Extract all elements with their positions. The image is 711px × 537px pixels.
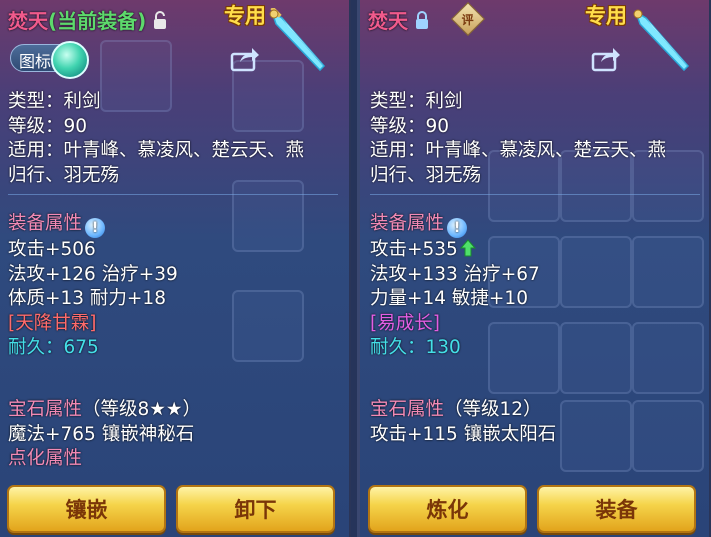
- gem-heading: 宝石属性: [8, 399, 83, 420]
- sword-icon: [269, 8, 326, 72]
- equipped-item-panel: 焚天 (当前装备) 专用 图标 类型：利剑 等级：90 适用：叶青峰、慕凌风、楚…: [0, 0, 351, 537]
- gem-attributes: 宝石属性（等级12） 攻击+115 镶嵌太阳石: [370, 398, 556, 447]
- attr-line-3: 体质+13 耐力+18: [8, 288, 166, 309]
- item-type: 类型：利剑: [370, 91, 463, 112]
- item-applicable-line-2: 归行、羽无殇: [8, 164, 120, 186]
- item-applicable-line-1: 适用：叶青峰、慕凌风、楚云天、燕: [8, 140, 305, 161]
- gem-level: （等级12）: [444, 399, 542, 420]
- lock-icon[interactable]: [414, 10, 428, 29]
- attr-line-2: 法攻+133 治疗+67: [370, 263, 540, 285]
- toggle-knob: [51, 41, 89, 79]
- share-icon[interactable]: [591, 46, 621, 72]
- appraise-badge: 评: [461, 12, 475, 27]
- attr-line-2: 法攻+126 治疗+39: [8, 263, 178, 285]
- gem-detail: 攻击+115 镶嵌太阳石: [370, 423, 557, 445]
- attr-attack: 攻击+535: [370, 239, 458, 260]
- item-applicable-line-2: 归行、羽无殇: [370, 164, 482, 186]
- exclusive-tag: 专用: [585, 4, 627, 28]
- equip-attributes: 装备属性! 攻击+535 法攻+133 治疗+67 力量+14 敏捷+10 [易…: [370, 212, 540, 361]
- attr-line-3: 力量+14 敏捷+10: [370, 288, 528, 309]
- divider: [370, 194, 700, 195]
- item-title: 焚天 评: [368, 2, 485, 36]
- up-arrow-icon: [459, 239, 476, 257]
- item-info: 类型：利剑 等级：90 适用：叶青峰、慕凌风、楚云天、燕 归行、羽无殇: [370, 90, 666, 188]
- item-name: 焚天: [8, 8, 48, 33]
- refine-button[interactable]: 炼化: [368, 485, 527, 533]
- item-level: 等级：90: [370, 115, 450, 137]
- equip-attr-heading: 装备属性: [370, 213, 445, 234]
- refine-heading: 点化属性: [8, 448, 83, 469]
- item-type: 类型：利剑: [8, 91, 101, 112]
- equip-attr-heading: 装备属性: [8, 213, 83, 234]
- equip-status: (当前装备): [48, 8, 147, 33]
- gem-attributes: 宝石属性（等级8★★） 魔法+765 镶嵌神秘石 点化属性: [8, 398, 201, 472]
- gem-heading: 宝石属性: [370, 399, 445, 420]
- equip-button[interactable]: 装备: [537, 485, 696, 533]
- info-hint-icon[interactable]: !: [447, 218, 468, 238]
- item-title: 焚天 (当前装备): [8, 4, 167, 34]
- item-info: 类型：利剑 等级：90 适用：叶青峰、慕凌风、楚云天、燕 归行、羽无殇: [8, 90, 304, 188]
- durability: 耐久：130: [370, 337, 461, 358]
- gem-level: （等级8★★）: [82, 399, 201, 420]
- inlay-button[interactable]: 镶嵌: [7, 485, 166, 533]
- item-name: 焚天: [368, 8, 408, 33]
- item-applicable-line-1: 适用：叶青峰、慕凌风、楚云天、燕: [370, 140, 667, 161]
- item-level: 等级：90: [8, 115, 88, 137]
- special-effect: [天降甘霖]: [8, 312, 97, 334]
- unequip-button[interactable]: 卸下: [176, 485, 335, 533]
- sword-icon: [633, 9, 690, 72]
- appraise-icon[interactable]: 评: [451, 2, 485, 36]
- info-hint-icon[interactable]: !: [85, 218, 106, 238]
- attr-attack: 攻击+506: [8, 239, 96, 260]
- icon-toggle[interactable]: 图标: [10, 41, 89, 79]
- compare-item-panel: 焚天 评 专用 类型：利剑 等级：90 适用：叶青峰、慕凌风、楚云天、燕 归行、…: [357, 0, 711, 537]
- special-effect: [易成长]: [370, 312, 440, 334]
- gem-detail: 魔法+765 镶嵌神秘石: [8, 423, 195, 445]
- icon-toggle-label: 图标: [19, 52, 52, 71]
- exclusive-tag: 专用: [224, 4, 266, 28]
- durability: 耐久：675: [8, 337, 99, 358]
- share-icon[interactable]: [230, 46, 260, 72]
- unlock-icon[interactable]: [152, 10, 167, 29]
- equip-attributes: 装备属性! 攻击+506 法攻+126 治疗+39 体质+13 耐力+18 [天…: [8, 212, 178, 361]
- divider: [8, 194, 338, 195]
